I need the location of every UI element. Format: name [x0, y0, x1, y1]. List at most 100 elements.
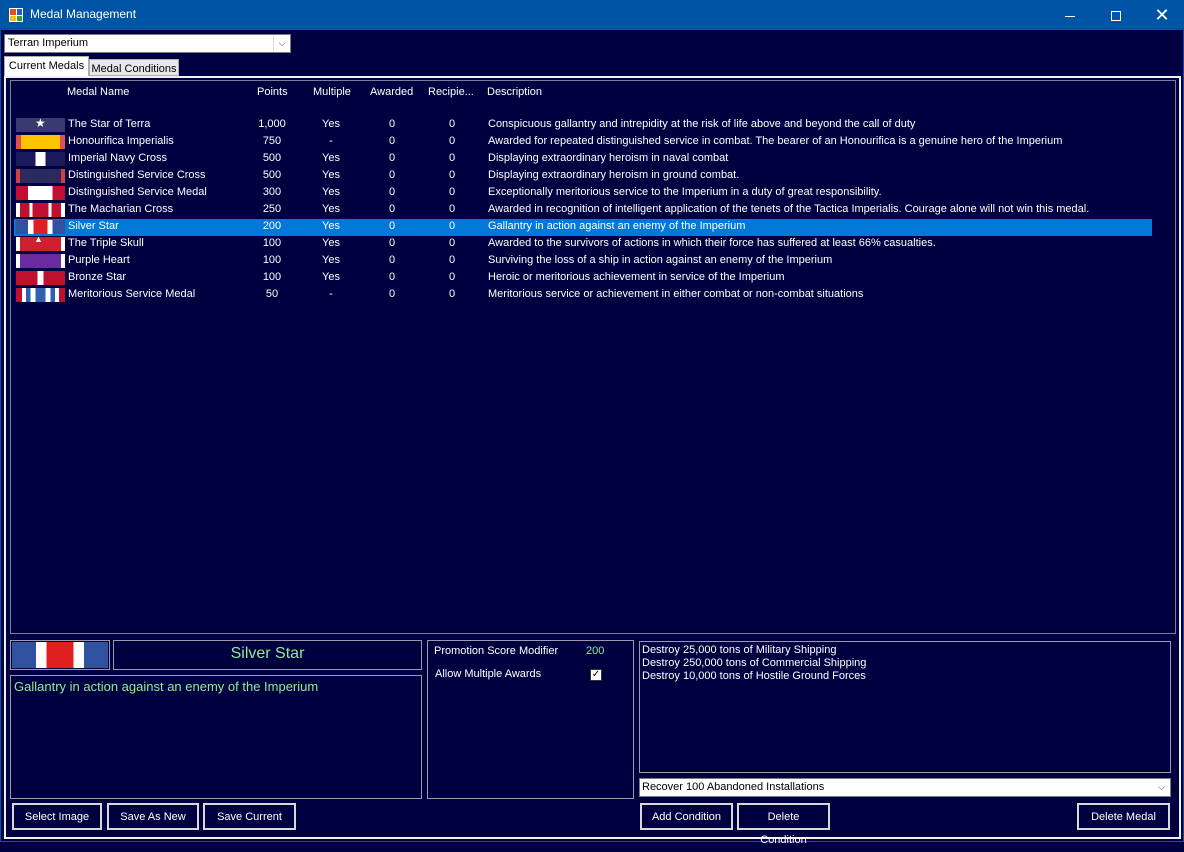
cell-name: Meritorious Service Medal: [68, 288, 196, 300]
purple-heart-ribbon-icon: [16, 254, 65, 268]
minimize-icon: [1065, 15, 1075, 17]
chevron-down-icon[interactable]: ⌵: [273, 35, 290, 52]
cell-name: Honourifica Imperialis: [68, 135, 174, 147]
delete-medal-button[interactable]: Delete Medal: [1077, 803, 1170, 830]
table-row[interactable]: ★ The Star of Terra 1,000 Yes 0 0 Conspicuous …: [14, 117, 1152, 134]
medal-conditions-list[interactable]: Destroy 25,000 tons of Military Shipping…: [639, 641, 1171, 773]
cell-points: 500: [262, 152, 282, 164]
title-bar: Medal Management ✕: [0, 0, 1184, 30]
cell-name: The Triple Skull: [68, 237, 144, 249]
cell-name: Silver Star: [68, 220, 119, 232]
condition-select[interactable]: Recover 100 Abandoned Installations ⌵: [639, 778, 1171, 797]
table-row[interactable]: Bronze Star 100 Yes 0 0 Heroic or meritorious…: [14, 270, 1152, 287]
selected-medal-description[interactable]: Gallantry in action against an enemy of …: [10, 675, 422, 799]
cell-multiple: Yes: [322, 237, 340, 249]
medal-list[interactable]: Medal Name Points Multiple Awarded Recip…: [10, 80, 1176, 634]
column-header-points[interactable]: Points: [257, 86, 288, 98]
save-as-new-button[interactable]: Save As New: [107, 803, 199, 830]
cell-multiple: Yes: [322, 271, 340, 283]
column-header-multiple[interactable]: Multiple: [313, 86, 351, 98]
delete-condition-button[interactable]: Delete Condition: [737, 803, 830, 846]
table-row[interactable]: Silver Star 200 Yes 0 0 Gallantry in action a…: [14, 219, 1152, 236]
cell-awarded: 0: [388, 237, 396, 249]
table-row[interactable]: Meritorious Service Medal 50 - 0 0 Meritoriou…: [14, 287, 1152, 304]
maximize-button[interactable]: [1093, 0, 1139, 30]
table-row[interactable]: Distinguished Service Cross 500 Yes 0 0 Displ…: [14, 168, 1152, 185]
cell-awarded: 0: [388, 186, 396, 198]
list-item[interactable]: Destroy 10,000 tons of Hostile Ground Fo…: [642, 670, 1168, 683]
cell-points: 250: [262, 203, 282, 215]
cell-points: 300: [262, 186, 282, 198]
table-row[interactable]: The Macharian Cross 250 Yes 0 0 Awarded in re…: [14, 202, 1152, 219]
cell-multiple: Yes: [322, 118, 340, 130]
cell-multiple: Yes: [322, 186, 340, 198]
cell-description: Awarded for repeated distinguished servi…: [488, 135, 1063, 147]
cell-recipients: 0: [448, 118, 456, 130]
cell-points: 500: [262, 169, 282, 181]
medal-options-panel: Promotion Score Modifier 200 Allow Multi…: [427, 640, 634, 799]
triple-skull-ribbon-icon: ▲: [16, 237, 65, 251]
cell-recipients: 0: [448, 220, 456, 232]
maximize-icon: [1111, 11, 1121, 22]
cell-name: Distinguished Service Medal: [68, 186, 207, 198]
cell-multiple: Yes: [322, 220, 340, 232]
add-condition-button[interactable]: Add Condition: [640, 803, 733, 830]
allow-multiple-checkbox[interactable]: ✓: [590, 669, 602, 681]
race-select[interactable]: Terran Imperium ⌵: [4, 34, 291, 53]
list-header: Medal Name Points Multiple Awarded Recip…: [11, 86, 1175, 102]
cell-awarded: 0: [388, 152, 396, 164]
cell-recipients: 0: [448, 237, 456, 249]
allow-multiple-label: Allow Multiple Awards: [435, 668, 542, 680]
cell-description: Meritorious service or achievement in ei…: [488, 288, 864, 300]
promotion-score-label: Promotion Score Modifier: [434, 645, 559, 657]
cell-points: 50: [265, 288, 279, 300]
table-row[interactable]: Imperial Navy Cross 500 Yes 0 0 Displaying ex…: [14, 151, 1152, 168]
selected-medal-name[interactable]: Silver Star: [113, 640, 422, 670]
close-icon: ✕: [1154, 5, 1170, 25]
tab-medal-conditions[interactable]: Medal Conditions: [89, 59, 179, 76]
cell-multiple: Yes: [322, 254, 340, 266]
column-header-description[interactable]: Description: [487, 86, 542, 98]
promotion-score-value[interactable]: 200: [586, 645, 604, 657]
cell-name: Purple Heart: [68, 254, 130, 266]
cell-recipients: 0: [448, 186, 456, 198]
window-title: Medal Management: [30, 7, 137, 21]
save-current-button[interactable]: Save Current: [203, 803, 296, 830]
star-icon: ★: [35, 118, 46, 130]
cell-name: The Macharian Cross: [68, 203, 174, 215]
selected-medal-ribbon: [10, 640, 110, 670]
list-item[interactable]: Destroy 25,000 tons of Military Shipping: [642, 644, 1168, 657]
column-header-name[interactable]: Medal Name: [67, 86, 129, 98]
cell-recipients: 0: [448, 135, 456, 147]
column-header-awarded[interactable]: Awarded: [370, 86, 413, 98]
cell-awarded: 0: [388, 288, 396, 300]
dsc-ribbon-icon: [16, 169, 65, 183]
cell-awarded: 0: [388, 118, 396, 130]
close-button[interactable]: ✕: [1139, 0, 1184, 30]
list-item[interactable]: Destroy 250,000 tons of Commercial Shipp…: [642, 657, 1168, 670]
cell-points: 750: [262, 135, 282, 147]
table-row[interactable]: Honourifica Imperialis 750 - 0 0 Awarded for …: [14, 134, 1152, 151]
cell-recipients: 0: [448, 169, 456, 181]
cell-description: Conspicuous gallantry and intrepidity at…: [488, 118, 916, 130]
select-image-button[interactable]: Select Image: [12, 803, 102, 830]
table-row[interactable]: Distinguished Service Medal 300 Yes 0 0 Excep…: [14, 185, 1152, 202]
cell-awarded: 0: [388, 203, 396, 215]
table-row[interactable]: ▲ The Triple Skull 100 Yes 0 0 Awarded to the …: [14, 236, 1152, 253]
cell-multiple: Yes: [322, 152, 340, 164]
column-header-recipients[interactable]: Recipie...: [428, 86, 474, 98]
condition-select-value: Recover 100 Abandoned Installations: [642, 781, 825, 793]
macharian-ribbon-icon: [16, 203, 65, 217]
cell-points: 1,000: [258, 118, 286, 130]
cell-multiple: Yes: [322, 203, 340, 215]
dsm-ribbon-icon: [16, 186, 65, 200]
msm-ribbon-icon: [16, 288, 65, 302]
navy-cross-ribbon-icon: [16, 152, 65, 166]
minimize-button[interactable]: [1047, 0, 1093, 30]
cell-recipients: 0: [448, 254, 456, 266]
cell-description: Displaying extraordinary heroism in nava…: [488, 152, 729, 164]
chevron-down-icon[interactable]: ⌵: [1153, 779, 1170, 796]
tab-current-medals[interactable]: Current Medals: [4, 56, 89, 76]
bronze-star-ribbon-icon: [16, 271, 65, 285]
table-row[interactable]: Purple Heart 100 Yes 0 0 Surviving the loss o…: [14, 253, 1152, 270]
